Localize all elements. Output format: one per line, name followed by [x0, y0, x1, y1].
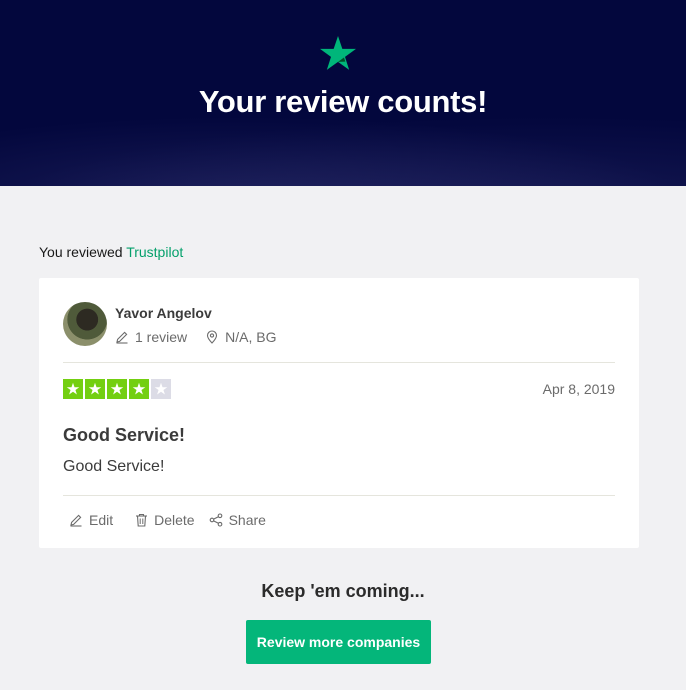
- reviewer-meta: 1 review N/A, BG: [115, 328, 277, 346]
- star-icon: [320, 36, 356, 70]
- star-icon: [85, 379, 105, 399]
- reviewer-location: N/A, BG: [205, 329, 277, 345]
- reviewer-name[interactable]: Yavor Angelov: [115, 305, 212, 321]
- trash-icon: [136, 513, 148, 527]
- hero-banner: Your review counts!: [0, 0, 686, 186]
- review-actions: Edit Delete Share: [69, 512, 288, 528]
- review-count-text: 1 review: [135, 329, 188, 345]
- location-text: N/A, BG: [225, 329, 277, 345]
- review-title: Good Service!: [63, 425, 186, 445]
- pencil-icon: [116, 331, 128, 344]
- reviewed-prefix: You reviewed: [39, 244, 123, 260]
- edit-button[interactable]: Edit: [69, 512, 113, 528]
- keep-coming-text: Keep 'em coming...: [261, 581, 425, 601]
- edit-label: Edit: [89, 512, 114, 528]
- review-card: Yavor Angelov 1 review N/A, BG Apr 8, 20…: [39, 278, 639, 548]
- review-count: 1 review: [115, 329, 187, 345]
- avatar[interactable]: [63, 302, 107, 346]
- reviewed-company-line: You reviewed Trustpilot: [39, 244, 183, 260]
- delete-button[interactable]: Delete: [135, 512, 195, 528]
- star-icon: [63, 379, 83, 399]
- page-title: Your review counts!: [198, 84, 488, 119]
- divider: [63, 495, 615, 496]
- share-icon: [209, 513, 222, 527]
- star-icon: [151, 379, 171, 399]
- star-icon: [129, 379, 149, 399]
- share-button[interactable]: Share: [209, 512, 266, 528]
- review-more-companies-button[interactable]: Review more companies: [246, 620, 431, 664]
- divider: [63, 362, 615, 363]
- star-rating: [63, 379, 173, 399]
- pencil-icon: [70, 514, 82, 527]
- delete-label: Delete: [154, 512, 195, 528]
- review-date: Apr 8, 2019: [542, 381, 615, 397]
- review-body: Good Service!: [63, 458, 165, 475]
- share-label: Share: [228, 512, 266, 528]
- location-pin-icon: [207, 330, 218, 344]
- star-icon: [107, 379, 127, 399]
- company-link[interactable]: Trustpilot: [126, 244, 183, 260]
